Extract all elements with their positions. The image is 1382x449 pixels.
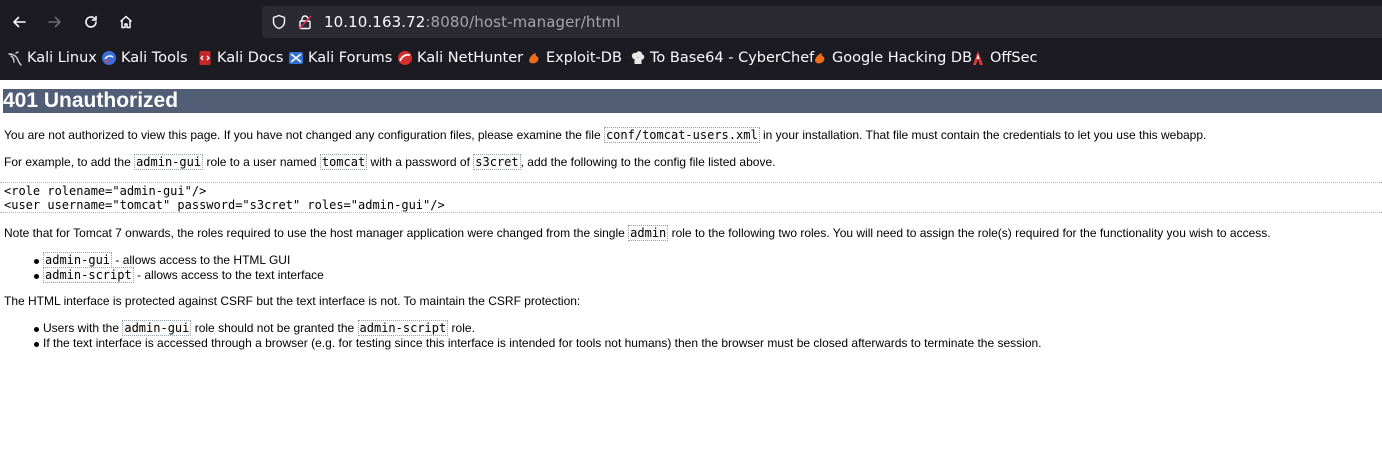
- bookmark-kali-tools[interactable]: Kali Tools: [101, 48, 188, 68]
- text: role.: [448, 321, 475, 335]
- page-content: 401 Unauthorized You are not authorized …: [0, 80, 1382, 449]
- role-code: admin-gui: [122, 320, 192, 336]
- bookmark-kali-linux[interactable]: Kali Linux: [7, 48, 97, 68]
- kali-forums-icon: [288, 50, 304, 66]
- list-item: If the text interface is accessed throug…: [34, 336, 1042, 351]
- arrow-left-icon: [13, 16, 26, 28]
- username-code: tomcat: [319, 154, 368, 170]
- home-button[interactable]: [112, 8, 140, 36]
- url-text[interactable]: 10.10.163.72:8080/host-manager/html: [324, 13, 620, 31]
- forward-button[interactable]: [41, 8, 69, 36]
- kali-docs-icon: [197, 50, 213, 66]
- insecure-lock-icon[interactable]: [297, 14, 313, 30]
- text: role to a user named: [203, 155, 320, 169]
- bookmark-label: Kali NetHunter: [417, 50, 524, 66]
- page-title: 401 Unauthorized: [3, 89, 1382, 113]
- cyberchef-icon: [630, 50, 646, 66]
- kali-nethunter-icon: [397, 50, 413, 66]
- bookmark-label: To Base64 - CyberChef: [650, 50, 815, 66]
- bookmark-label: Kali Tools: [121, 50, 188, 66]
- bookmark-offsec[interactable]: OffSec: [970, 48, 1038, 68]
- role-code: admin-script: [43, 267, 134, 283]
- bookmark-kali-nethunter[interactable]: Kali NetHunter: [397, 48, 523, 68]
- bookmark-cyberchef[interactable]: To Base64 - CyberChef: [630, 48, 814, 68]
- config-file-code: conf/tomcat-users.xml: [603, 127, 760, 143]
- bookmark-label: OffSec: [990, 50, 1038, 66]
- back-button[interactable]: [5, 8, 33, 36]
- bookmark-kali-forums[interactable]: Kali Forums: [288, 48, 392, 68]
- role-code: admin-script: [357, 320, 449, 336]
- password-code: s3cret: [473, 154, 521, 170]
- navigation-toolbar: 10.10.163.72:8080/host-manager/html: [0, 0, 1382, 44]
- bookmark-exploit-db[interactable]: Exploit-DB: [526, 48, 622, 68]
- text: Users with the: [43, 321, 123, 335]
- text: in your installation. That file must con…: [759, 128, 1207, 142]
- text: - allows access to the text interface: [133, 268, 324, 282]
- csrf-note: The HTML interface is protected against …: [4, 294, 581, 308]
- text: , add the following to the config file l…: [520, 155, 776, 169]
- offsec-icon: [970, 50, 986, 66]
- arrow-right-icon: [48, 16, 61, 28]
- url-host: 10.10.163.72: [324, 13, 426, 31]
- shield-icon[interactable]: [271, 14, 287, 30]
- list-item: admin-script - allows access to the text…: [34, 267, 324, 283]
- home-icon: [119, 15, 133, 29]
- bookmark-google-hacking-db[interactable]: Google Hacking DB: [812, 48, 972, 68]
- bookmark-label: Kali Docs: [217, 50, 284, 66]
- text: You are not authorized to view this page…: [4, 128, 604, 142]
- bookmark-label: Exploit-DB: [546, 50, 622, 66]
- kali-dragon-icon: [7, 50, 23, 66]
- text: with a password of: [367, 155, 474, 169]
- admin-role-code: admin: [628, 225, 669, 241]
- text: Note that for Tomcat 7 onwards, the role…: [4, 226, 629, 240]
- bookmark-label: Google Hacking DB: [832, 50, 973, 66]
- role-code: admin-gui: [43, 252, 113, 268]
- text: role should not be granted the: [191, 321, 358, 335]
- example-message: For example, to add the admin-gui role t…: [4, 154, 776, 170]
- url-path: :8080/host-manager/html: [425, 13, 621, 31]
- kali-tools-icon: [101, 50, 117, 66]
- role-code: admin-gui: [134, 154, 204, 170]
- reload-button[interactable]: [77, 8, 105, 36]
- text: role to the following two roles. You wil…: [668, 226, 1271, 240]
- text: For example, to add the: [4, 155, 135, 169]
- address-bar[interactable]: 10.10.163.72:8080/host-manager/html: [262, 6, 1382, 38]
- exploit-db-icon: [526, 50, 542, 66]
- ghdb-icon: [812, 50, 828, 66]
- bookmark-label: Kali Forums: [308, 50, 393, 66]
- csrf-list: Users with the admin-gui role should not…: [34, 320, 1042, 351]
- auth-message: You are not authorized to view this page…: [4, 127, 1207, 143]
- bookmarks-toolbar: Kali Linux Kali Tools Kali Docs Kali For…: [0, 44, 1382, 72]
- config-line-user: <user username="tomcat" password="s3cret…: [4, 198, 445, 212]
- reload-icon: [85, 15, 97, 28]
- list-item: Users with the admin-gui role should not…: [34, 320, 1042, 336]
- text: - allows access to the HTML GUI: [112, 253, 291, 267]
- bookmark-label: Kali Linux: [27, 50, 97, 66]
- roles-list: admin-gui - allows access to the HTML GU…: [34, 252, 324, 283]
- bookmark-kali-docs[interactable]: Kali Docs: [197, 48, 283, 68]
- config-line-role: <role rolename="admin-gui"/>: [4, 184, 207, 198]
- roles-note: Note that for Tomcat 7 onwards, the role…: [4, 225, 1271, 241]
- list-item: admin-gui - allows access to the HTML GU…: [34, 252, 324, 268]
- config-example-block: <role rolename="admin-gui"/> <user userna…: [0, 182, 1382, 213]
- browser-chrome: 10.10.163.72:8080/host-manager/html Kali…: [0, 0, 1382, 80]
